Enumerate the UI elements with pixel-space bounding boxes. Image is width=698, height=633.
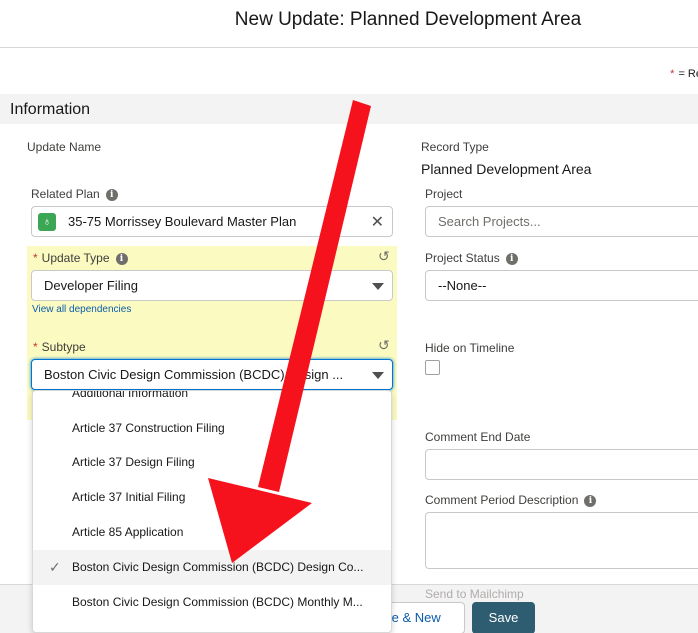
dropdown-option[interactable]: Chapter 121A Application: [33, 620, 391, 632]
project-status-label: Project Status: [425, 251, 500, 265]
chevron-down-icon: [372, 372, 384, 379]
required-legend-text: = Re: [678, 68, 698, 80]
save-button[interactable]: Save: [472, 602, 535, 633]
project-status-select[interactable]: --None--: [425, 270, 698, 301]
info-icon[interactable]: i: [105, 188, 118, 201]
dropdown-option[interactable]: Article 85 Application: [33, 515, 391, 550]
hide-timeline-label: Hide on Timeline: [425, 341, 515, 355]
comment-period-label-wrap: Comment Period Description i: [425, 493, 597, 507]
section-information[interactable]: Information: [0, 94, 698, 124]
dropdown-option-selected[interactable]: ✓ Boston Civic Design Commission (BCDC) D…: [33, 550, 391, 585]
undo-icon[interactable]: ↺: [378, 338, 392, 352]
section-title: Information: [10, 101, 91, 118]
record-type-label: Record Type: [421, 140, 489, 154]
project-label: Project: [425, 187, 463, 201]
dropdown-option[interactable]: Additional Information: [33, 391, 391, 411]
comment-period-textarea[interactable]: [425, 512, 698, 569]
modal-header: New Update: Planned Development Area: [0, 0, 698, 48]
record-type-value: Planned Development Area: [421, 161, 592, 177]
update-type-label: Update Type: [41, 251, 110, 265]
related-plan-value: 35-75 Morrissey Boulevard Master Plan: [68, 214, 297, 229]
clear-icon[interactable]: ✕: [371, 212, 384, 232]
dropdown-option[interactable]: Article 37 Initial Filing: [33, 480, 391, 515]
required-star: *: [670, 68, 675, 80]
info-icon[interactable]: i: [115, 252, 128, 265]
plan-icon: ♁: [38, 213, 56, 231]
related-plan-label: Related Plan: [31, 187, 100, 201]
dropdown-option[interactable]: Article 37 Design Filing: [33, 445, 391, 480]
required-legend: *= Re: [670, 68, 698, 80]
required-star: *: [33, 251, 38, 265]
view-dependencies-link[interactable]: View all dependencies: [32, 304, 131, 315]
related-plan-label-wrap: Related Plan i: [31, 187, 118, 201]
subtype-dropdown-list[interactable]: Additional Information Article 37 Constr…: [32, 390, 392, 633]
undo-icon[interactable]: ↺: [378, 249, 392, 263]
info-icon[interactable]: i: [505, 252, 518, 265]
comment-end-label: Comment End Date: [425, 430, 531, 444]
hide-timeline-checkbox[interactable]: [425, 360, 440, 375]
project-placeholder: Search Projects...: [438, 214, 541, 229]
check-icon: ✓: [49, 559, 61, 575]
project-status-value: --None--: [438, 278, 487, 293]
project-search-input[interactable]: Search Projects...: [425, 206, 698, 237]
modal-title: New Update: Planned Development Area: [234, 9, 582, 30]
comment-end-date-input[interactable]: [425, 449, 698, 480]
send-mailchimp-label: Send to Mailchimp: [425, 587, 524, 601]
chevron-down-icon: [372, 283, 384, 290]
subtype-value: Boston Civic Design Commission (BCDC) De…: [44, 367, 344, 382]
related-plan-lookup[interactable]: ♁ 35-75 Morrissey Boulevard Master Plan …: [31, 206, 393, 237]
subtype-select[interactable]: Boston Civic Design Commission (BCDC) De…: [31, 359, 393, 390]
project-status-label-wrap: Project Status i: [425, 251, 518, 265]
subtype-label-wrap: * Subtype: [33, 340, 86, 354]
dropdown-option[interactable]: Boston Civic Design Commission (BCDC) Mo…: [33, 585, 391, 620]
dropdown-option[interactable]: Article 37 Construction Filing: [33, 411, 391, 446]
info-icon[interactable]: i: [584, 494, 597, 507]
comment-period-label: Comment Period Description: [425, 493, 579, 507]
update-type-value: Developer Filing: [44, 278, 138, 293]
update-type-label-wrap: * Update Type i: [33, 251, 128, 265]
update-name-label: Update Name: [27, 140, 102, 154]
dropdown-option-label: Boston Civic Design Commission (BCDC) De…: [72, 560, 364, 574]
update-type-select[interactable]: Developer Filing: [31, 270, 393, 301]
required-star: *: [33, 340, 38, 354]
subtype-label: Subtype: [41, 340, 86, 354]
